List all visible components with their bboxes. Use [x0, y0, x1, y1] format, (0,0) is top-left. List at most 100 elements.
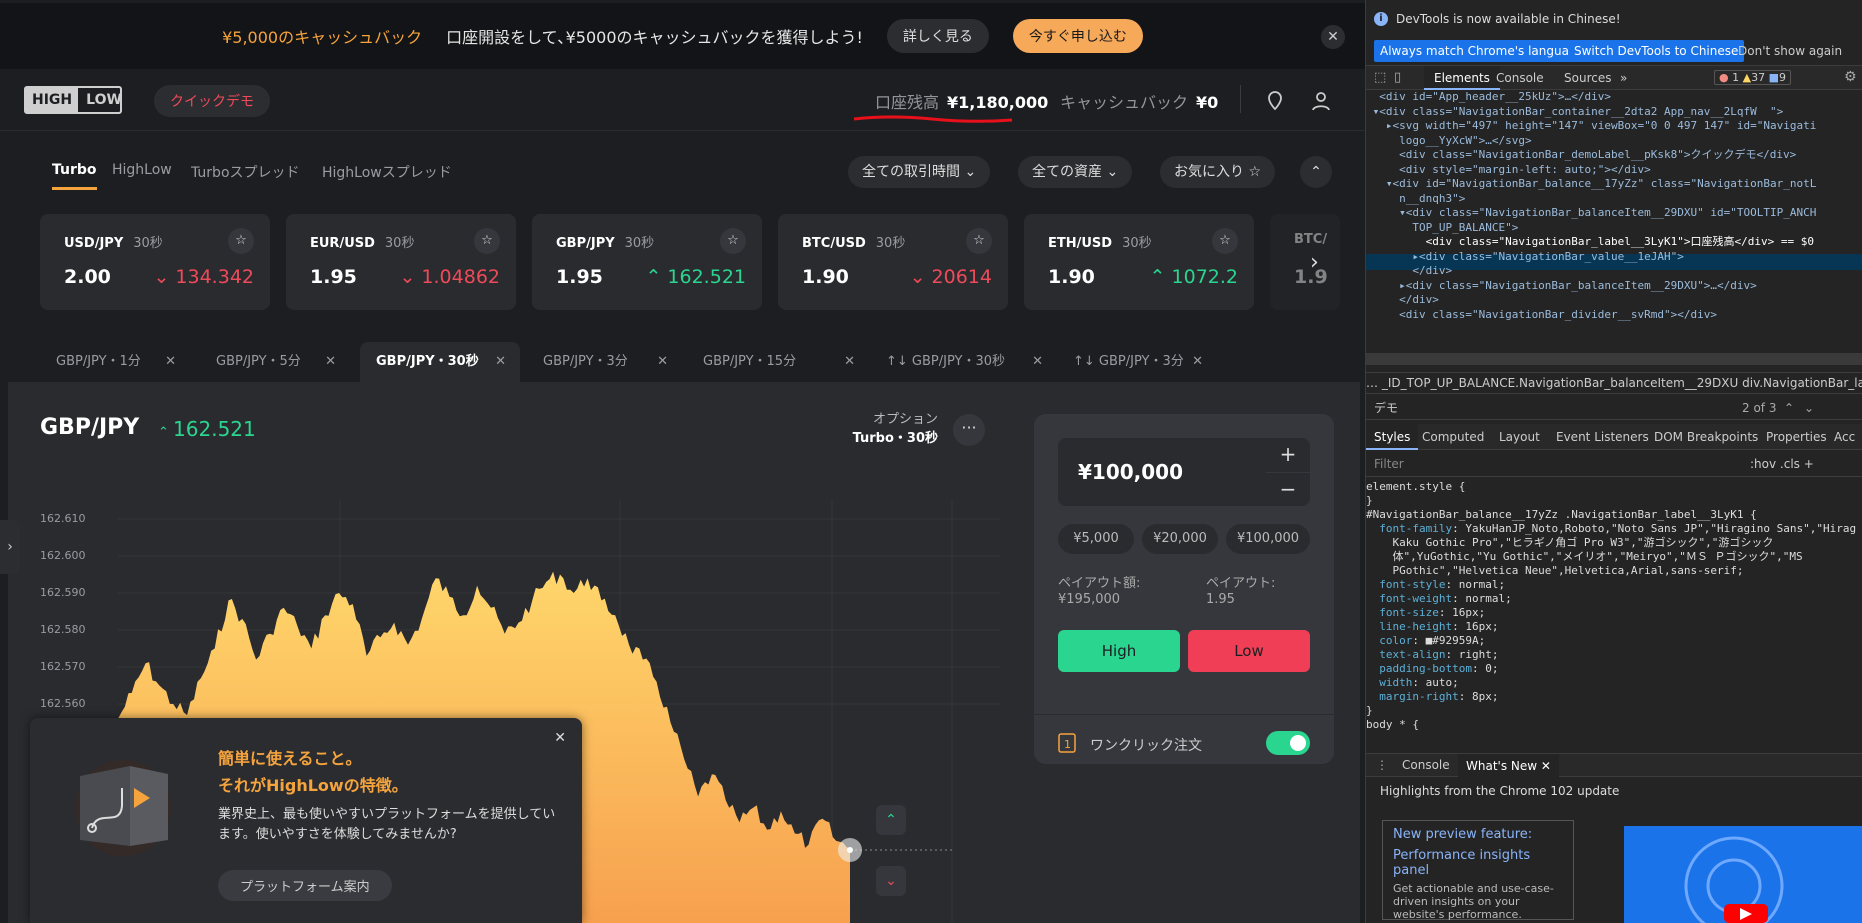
css-line[interactable]: font-family: YakuHanJP_Noto,Roboto,"Noto…: [1366, 522, 1862, 536]
perf-panel-link[interactable]: Performance insights panel: [1393, 848, 1563, 878]
payout-rate-value: 1.95: [1206, 592, 1235, 607]
css-line[interactable]: element.style {: [1366, 480, 1862, 494]
search-count: 2 of 3: [1742, 401, 1777, 415]
search-next-chevron-icon[interactable]: ⌄: [1804, 396, 1814, 420]
css-rules: element.style {} #NavigationBar_balance__…: [1366, 480, 1862, 740]
quick-amount-button[interactable]: ¥20,000: [1142, 524, 1218, 554]
quick-amount-button[interactable]: ¥100,000: [1226, 524, 1310, 554]
dont-show-button[interactable]: Don't show again: [1732, 40, 1848, 62]
tab-accessibility[interactable]: Acc: [1834, 424, 1855, 450]
styles-filter-input[interactable]: Filter: [1374, 451, 1404, 477]
switch-chinese-button[interactable]: Switch DevTools to Chinese: [1568, 40, 1745, 62]
inspect-element-icon[interactable]: ⬚: [1374, 70, 1386, 85]
dom-node[interactable]: </div>: [1366, 293, 1439, 308]
css-line[interactable]: font-size: 16px;: [1366, 606, 1862, 620]
drawer-tab-whats-new[interactable]: What's New ✕: [1458, 754, 1559, 778]
payout-rate-label: ペイアウト:: [1206, 576, 1276, 591]
match-language-button[interactable]: Always match Chrome's language: [1374, 40, 1590, 62]
css-line[interactable]: body * {: [1366, 718, 1862, 732]
message-icon: ■: [1768, 71, 1779, 84]
payout-amount-value: ¥195,000: [1058, 592, 1121, 607]
dom-node[interactable]: ▸<div class="NavigationBar_value__1eJAH"…: [1366, 250, 1684, 265]
dom-node[interactable]: ▾<div id="NavigationBar_balance__17yZz" …: [1366, 177, 1816, 192]
dom-node[interactable]: n__dnqh3">: [1366, 192, 1465, 207]
popup-body: 業界史上、最も使いやすいプラットフォームを提供しています。使いやすさを体験してみ…: [218, 807, 556, 842]
search-input[interactable]: デモ: [1374, 396, 1398, 420]
one-click-label: ワンクリック注文: [1090, 738, 1202, 754]
low-button[interactable]: Low: [1188, 630, 1310, 672]
platform-guide-button[interactable]: プラットフォーム案内: [218, 870, 392, 901]
svg-text:1: 1: [1064, 738, 1071, 751]
styles-tabs: Styles Computed Layout Event Listeners D…: [1366, 424, 1862, 450]
more-tabs-icon[interactable]: »: [1620, 66, 1627, 90]
platform-illustration-icon: [75, 760, 171, 856]
close-icon: ✕: [1540, 759, 1551, 773]
css-line[interactable]: line-height: 16px;: [1366, 620, 1862, 634]
whats-new-video-thumbnail[interactable]: [1624, 826, 1862, 923]
styles-filter: Filter :hov .cls +: [1366, 451, 1862, 477]
increase-amount-button[interactable]: +: [1266, 438, 1310, 472]
tab-layout[interactable]: Layout: [1499, 424, 1540, 450]
dom-search-bar: デモ 2 of 3 ⌃ ⌄: [1366, 396, 1862, 420]
css-line[interactable]: color: ■#92959A;: [1366, 634, 1862, 648]
dom-node[interactable]: </div>: [1366, 264, 1452, 279]
search-prev-chevron-icon[interactable]: ⌃: [1784, 396, 1794, 420]
tab-styles[interactable]: Styles: [1366, 424, 1419, 450]
trade-panel: ¥100,000 + − ¥5,000 ¥20,000 ¥100,000 ペイア…: [1034, 414, 1334, 764]
error-icon: ●: [1719, 71, 1729, 84]
css-line[interactable]: }: [1366, 494, 1862, 508]
horizontal-scrollbar[interactable]: [1366, 353, 1862, 365]
scroll-down-chevron-icon[interactable]: ⌄: [876, 866, 906, 896]
dom-node[interactable]: ▸<div class="NavigationBar_balanceItem__…: [1366, 279, 1757, 294]
dom-node[interactable]: <div style="margin-left: auto;"></div>: [1366, 163, 1651, 178]
drawer-menu-icon[interactable]: ⋮: [1376, 758, 1388, 772]
quick-amount-button[interactable]: ¥5,000: [1058, 524, 1134, 554]
drawer-tab-console[interactable]: Console: [1402, 758, 1450, 772]
amount-input[interactable]: ¥100,000: [1058, 438, 1266, 506]
tab-elements[interactable]: Elements: [1424, 66, 1500, 90]
whats-new-panel: Highlights from the Chrome 102 update Ne…: [1366, 778, 1862, 923]
one-click-toggle[interactable]: [1266, 731, 1310, 755]
css-line[interactable]: padding-bottom: 0;: [1366, 662, 1862, 676]
dom-node[interactable]: <div id="App_header__25kUz">…</div>: [1366, 90, 1611, 105]
dom-node[interactable]: ▸<svg width="497" height="147" viewBox="…: [1366, 119, 1816, 134]
tab-dom-breakpoints[interactable]: DOM Breakpoints: [1654, 424, 1758, 450]
tab-computed[interactable]: Computed: [1422, 424, 1484, 450]
dom-node[interactable]: <div class="NavigationBar_demoLabel__pKs…: [1366, 148, 1796, 163]
dom-node[interactable]: TOP_UP_BALANCE">: [1366, 221, 1518, 236]
onboarding-popup: 簡単に使えること。 それがHighLowの特徴。 業界史上、最も使いやすいプラッ…: [30, 718, 582, 923]
decrease-amount-button[interactable]: −: [1266, 472, 1310, 506]
settings-gear-icon[interactable]: ⚙: [1844, 69, 1857, 85]
css-line[interactable]: #NavigationBar_balance__17yZz .Navigatio…: [1366, 508, 1862, 522]
preview-feature-card[interactable]: New preview feature: Performance insight…: [1382, 820, 1574, 921]
issue-counts[interactable]: ● 1 ▲37 ■9: [1714, 70, 1791, 85]
high-button[interactable]: High: [1058, 630, 1180, 672]
tab-event-listeners[interactable]: Event Listeners: [1556, 424, 1649, 450]
dom-node[interactable]: ▾<div class="NavigationBar_balanceItem__…: [1366, 206, 1816, 221]
css-line[interactable]: width: auto;: [1366, 676, 1862, 690]
devtools-tabs: ⬚ ▯ Elements Console Sources » ● 1 ▲37 ■…: [1366, 66, 1862, 90]
perf-panel-desc: Get actionable and use-case-driven insig…: [1393, 882, 1554, 921]
css-line[interactable]: font-weight: normal;: [1366, 592, 1862, 606]
tab-properties[interactable]: Properties: [1766, 424, 1827, 450]
dom-breadcrumb[interactable]: … _ID_TOP_UP_BALANCE.NavigationBar_balan…: [1366, 372, 1862, 394]
tab-console[interactable]: Console: [1496, 66, 1544, 90]
css-line[interactable]: }: [1366, 704, 1862, 718]
css-line[interactable]: PGothic","Helvetica Neue",Helvetica,Aria…: [1366, 564, 1862, 578]
dom-node[interactable]: ▾<div class="NavigationBar_container__2d…: [1366, 105, 1784, 120]
css-line[interactable]: font-style: normal;: [1366, 578, 1862, 592]
dom-node-selected[interactable]: <div class="NavigationBar_label__3LyK1">…: [1366, 235, 1814, 250]
css-line[interactable]: margin-right: 8px;: [1366, 690, 1862, 704]
tab-sources[interactable]: Sources: [1564, 66, 1611, 90]
css-line[interactable]: text-align: right;: [1366, 648, 1862, 662]
css-line[interactable]: Kaku Gothic Pro","ヒラギノ角ゴ Pro W3","游ゴシック"…: [1366, 536, 1862, 550]
scroll-up-chevron-icon[interactable]: ⌃: [876, 805, 906, 835]
dom-tree: <div id="App_header__25kUz">…</div> ▾<di…: [1366, 90, 1862, 352]
dom-node[interactable]: <div class="NavigationBar_divider__svRmd…: [1366, 308, 1717, 323]
popup-close-icon[interactable]: ✕: [554, 730, 566, 746]
devtools-language-infobar: i DevTools is now available in Chinese! …: [1366, 4, 1862, 66]
device-toggle-icon[interactable]: ▯: [1394, 70, 1401, 85]
hov-cls-controls[interactable]: :hov .cls +: [1750, 451, 1814, 477]
dom-node[interactable]: logo__YyXcW">…</svg>: [1366, 134, 1531, 149]
css-line[interactable]: 体",YuGothic,"Yu Gothic","メイリオ","Meiryo",…: [1366, 550, 1862, 564]
